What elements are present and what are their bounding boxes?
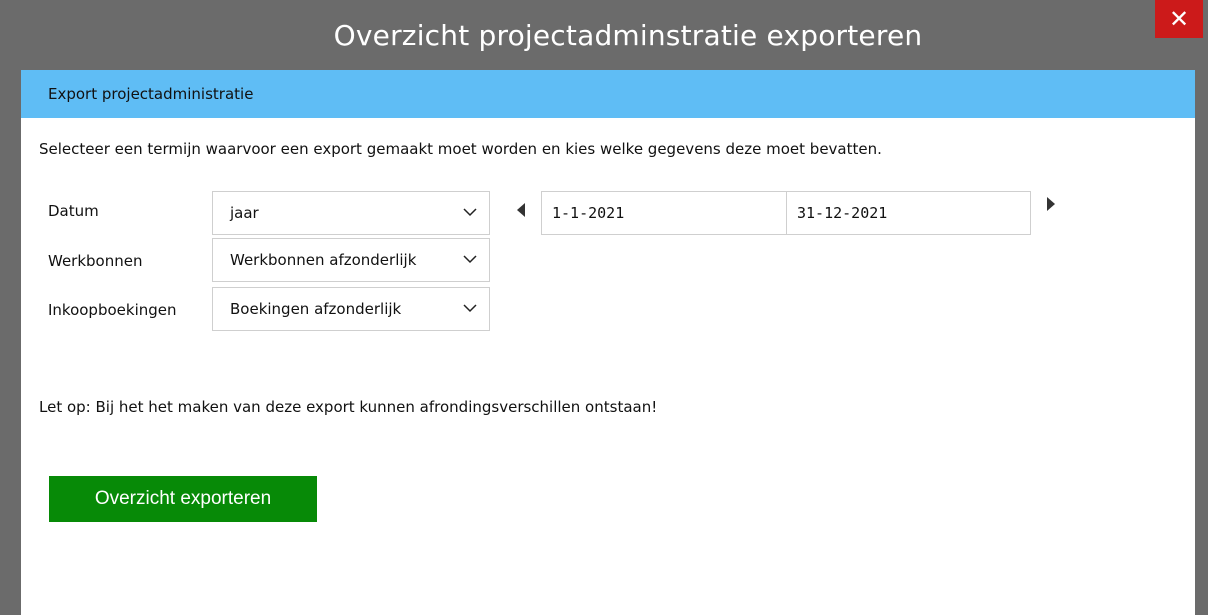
dialog-title: Overzicht projectadminstratie exporteren xyxy=(333,18,923,52)
date-from-input[interactable]: 1-1-2021 xyxy=(541,191,787,235)
chevron-down-icon xyxy=(463,255,477,264)
export-button[interactable]: Overzicht exporteren xyxy=(49,476,317,522)
close-icon: ✕ xyxy=(1168,5,1190,33)
date-to-input[interactable]: 31-12-2021 xyxy=(786,191,1031,235)
inkoopboekingen-select[interactable]: Boekingen afzonderlijk xyxy=(212,287,490,331)
dialog-content: Export projectadministratie Selecteer ee… xyxy=(21,70,1195,615)
rounding-note: Let op: Bij het het maken van deze expor… xyxy=(39,398,658,416)
chevron-down-icon xyxy=(463,304,477,313)
export-dialog: Overzicht projectadminstratie exporteren… xyxy=(8,0,1208,615)
datum-select-value: jaar xyxy=(230,204,259,222)
datum-label: Datum xyxy=(48,202,99,220)
title-bar: Overzicht projectadminstratie exporteren… xyxy=(8,0,1208,70)
werkbonnen-label: Werkbonnen xyxy=(48,252,143,270)
werkbonnen-select[interactable]: Werkbonnen afzonderlijk xyxy=(212,238,490,282)
datum-select[interactable]: jaar xyxy=(212,191,490,235)
section-header: Export projectadministratie xyxy=(21,70,1195,118)
intro-text: Selecteer een termijn waarvoor een expor… xyxy=(39,140,882,158)
next-period-arrow-icon[interactable] xyxy=(1045,195,1057,213)
inkoopboekingen-label: Inkoopboekingen xyxy=(48,301,177,319)
close-button[interactable]: ✕ xyxy=(1155,0,1203,38)
date-to-value: 31-12-2021 xyxy=(797,204,888,222)
date-from-value: 1-1-2021 xyxy=(552,204,625,222)
previous-period-arrow-icon[interactable] xyxy=(515,201,527,219)
chevron-down-icon xyxy=(463,208,477,217)
inkoopboekingen-select-value: Boekingen afzonderlijk xyxy=(230,300,402,318)
werkbonnen-select-value: Werkbonnen afzonderlijk xyxy=(230,251,417,269)
